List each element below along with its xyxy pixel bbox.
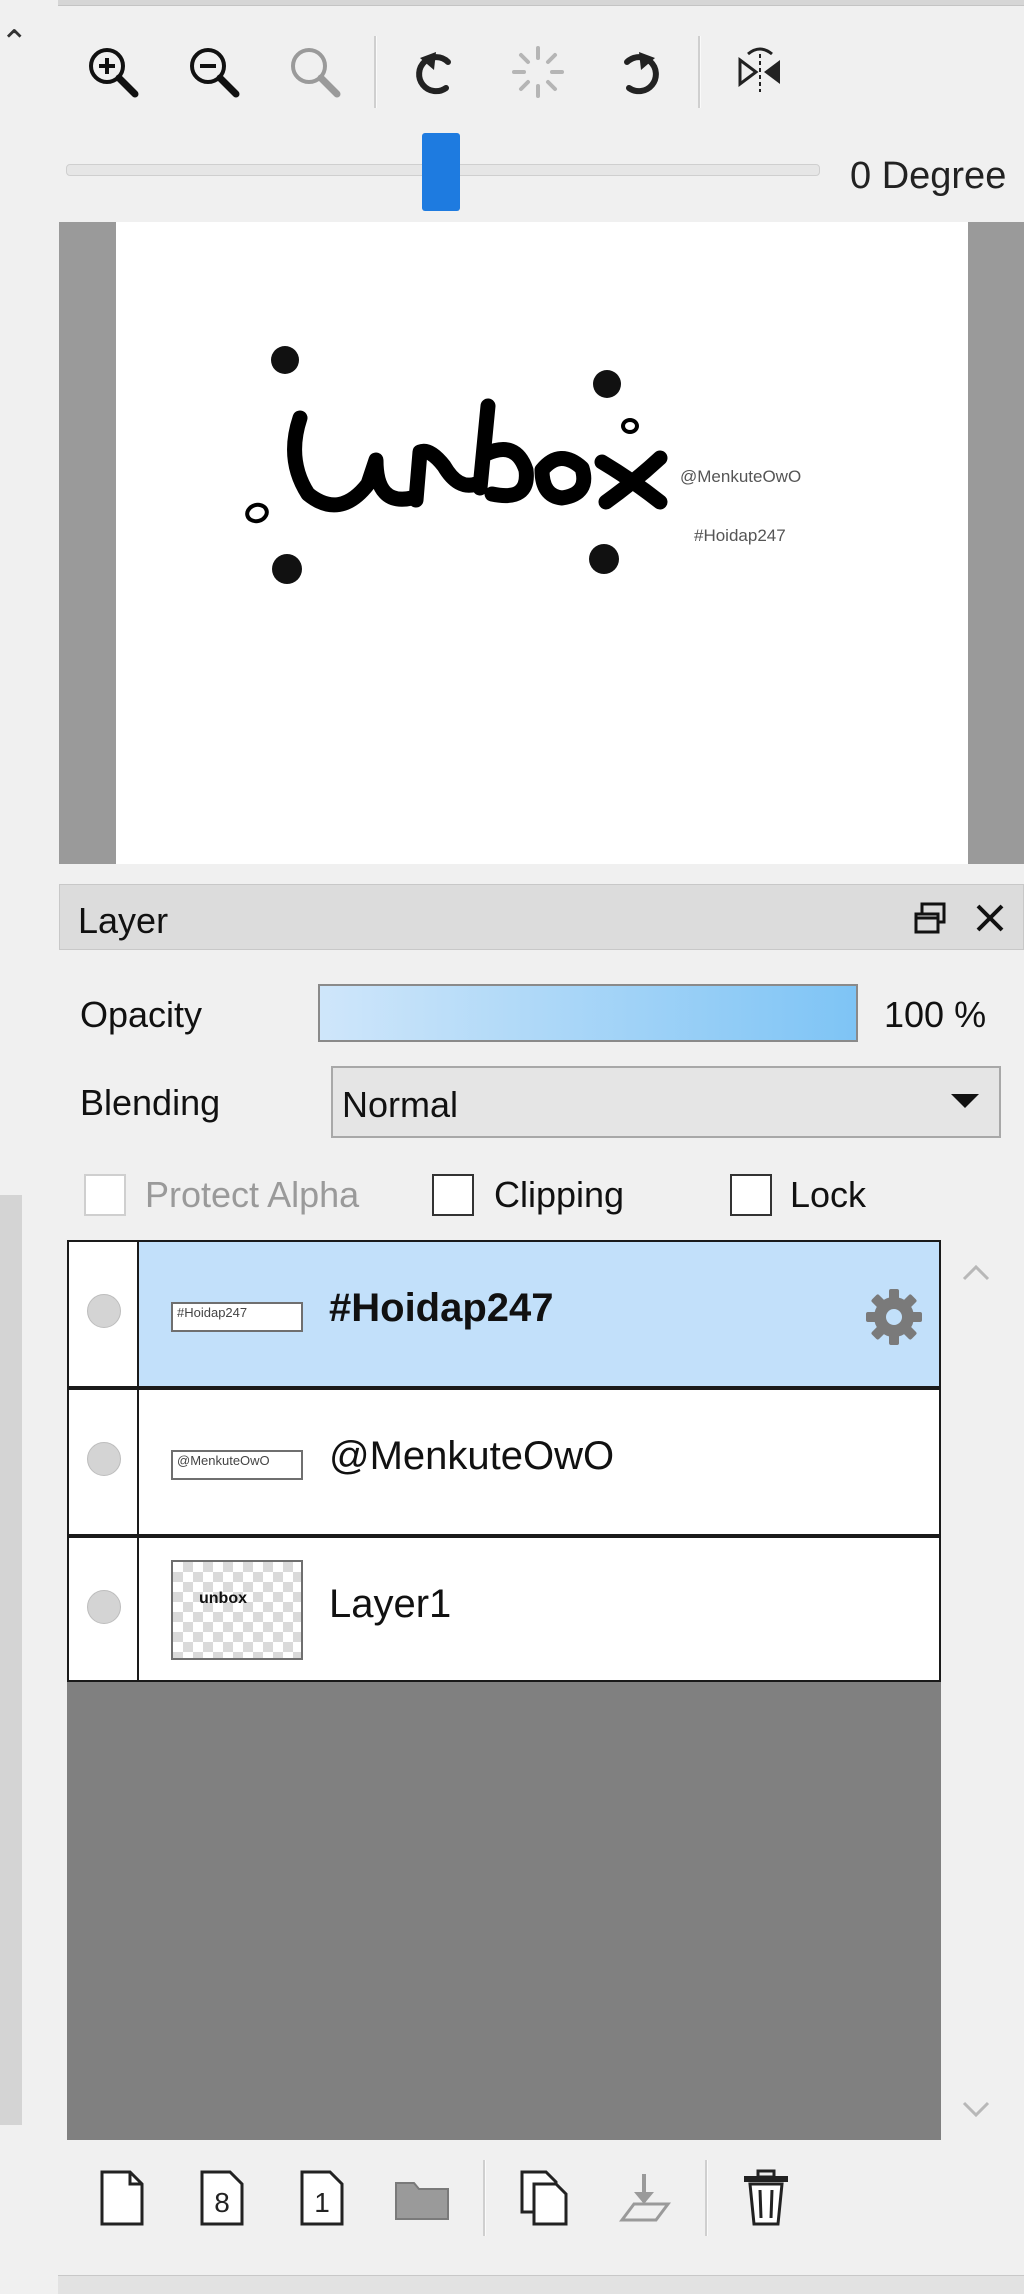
blending-selected-value: Normal — [342, 1084, 459, 1125]
delete-layer-icon[interactable] — [734, 2162, 798, 2234]
clipping-label: Clipping — [494, 1174, 625, 1215]
rotate-right-icon[interactable] — [606, 39, 672, 105]
layer-thumbnail: #Hoidap247 — [171, 1302, 303, 1332]
left-scrollbar[interactable] — [0, 1195, 22, 2125]
toolbar-separator — [705, 2160, 708, 2236]
layer-row-layer1[interactable]: unbox Layer1 — [67, 1536, 941, 1682]
new-layer-icon[interactable] — [90, 2162, 154, 2234]
layer-name: @MenkuteOwO — [329, 1434, 615, 1478]
layer-thumbnail: unbox — [171, 1560, 303, 1660]
preview-canvas-page: @MenkuteOwO #Hoidap247 — [116, 222, 968, 864]
bottom-edge — [58, 2275, 1024, 2294]
preview-watermark-handle: @MenkuteOwO — [680, 467, 802, 486]
preview-watermark-hashtag: #Hoidap247 — [694, 526, 786, 545]
ink-dot — [272, 554, 302, 584]
svg-text:8: 8 — [214, 2187, 230, 2218]
ink-dot — [593, 370, 621, 398]
toolbar-separator — [698, 36, 701, 108]
visibility-dot-icon — [87, 1442, 121, 1476]
layer-panel-header — [59, 884, 1024, 950]
protect-alpha-checkbox[interactable] — [84, 1174, 126, 1216]
visibility-toggle[interactable] — [69, 1390, 139, 1534]
visibility-toggle[interactable] — [69, 1242, 139, 1386]
rotation-slider-thumb[interactable] — [422, 133, 460, 211]
layer-name: Layer1 — [329, 1582, 452, 1626]
ink-droplet — [621, 418, 639, 434]
chevron-down-icon[interactable] — [951, 1094, 979, 1108]
ink-dot — [271, 346, 299, 374]
scroll-up-icon[interactable] — [958, 1258, 994, 1288]
rotate-reset-icon[interactable] — [505, 39, 571, 105]
toolbar-separator — [374, 36, 377, 108]
zoom-actual-icon[interactable] — [282, 39, 348, 105]
layer-row-hoidap247[interactable]: #Hoidap247 #Hoidap247 — [67, 1240, 941, 1388]
thumbnail-text: @MenkuteOwO — [177, 1453, 270, 1468]
layer-row-menkuteowo[interactable]: @MenkuteOwO @MenkuteOwO — [67, 1388, 941, 1536]
collapse-caret-icon[interactable]: ⌃ — [0, 26, 29, 60]
rotate-left-icon[interactable] — [403, 39, 469, 105]
layer-name: #Hoidap247 — [329, 1286, 554, 1330]
rotation-degree-label: 0 Degree — [850, 155, 1007, 197]
opacity-slider[interactable] — [318, 984, 858, 1042]
close-icon[interactable] — [968, 896, 1012, 940]
ink-droplet — [241, 497, 273, 529]
visibility-toggle[interactable] — [69, 1538, 139, 1680]
restore-window-icon[interactable] — [908, 896, 952, 940]
visibility-dot-icon — [87, 1590, 121, 1624]
visibility-dot-icon — [87, 1294, 121, 1328]
thumbnail-text: unbox — [199, 1590, 247, 1607]
opacity-label: Opacity — [80, 994, 203, 1035]
scroll-down-icon[interactable] — [958, 2094, 994, 2124]
layer-thumbnail: @MenkuteOwO — [171, 1450, 303, 1480]
flip-horizontal-icon[interactable] — [727, 39, 793, 105]
new-folder-icon[interactable] — [390, 2162, 454, 2234]
duplicate-layer-icon[interactable] — [512, 2162, 576, 2234]
clipping-checkbox[interactable] — [432, 1174, 474, 1216]
thumbnail-text: #Hoidap247 — [177, 1305, 248, 1320]
ink-dot — [589, 544, 619, 574]
opacity-value: 100 % — [884, 994, 987, 1035]
panel-title: Layer — [78, 900, 169, 941]
new-8bit-layer-icon[interactable]: 8 — [190, 2162, 254, 2234]
svg-text:1: 1 — [314, 2187, 330, 2218]
top-edge — [58, 0, 1024, 6]
toolbar-separator — [483, 2160, 486, 2236]
new-1bit-layer-icon[interactable]: 1 — [290, 2162, 354, 2234]
protect-alpha-label: Protect Alpha — [145, 1174, 360, 1215]
gear-icon[interactable] — [859, 1282, 929, 1352]
blending-label: Blending — [80, 1082, 221, 1123]
lock-checkbox[interactable] — [730, 1174, 772, 1216]
lock-label: Lock — [790, 1174, 867, 1215]
zoom-in-icon[interactable] — [80, 39, 146, 105]
zoom-out-icon[interactable] — [181, 39, 247, 105]
preview-artwork — [280, 390, 720, 536]
merge-down-icon[interactable] — [612, 2162, 676, 2234]
